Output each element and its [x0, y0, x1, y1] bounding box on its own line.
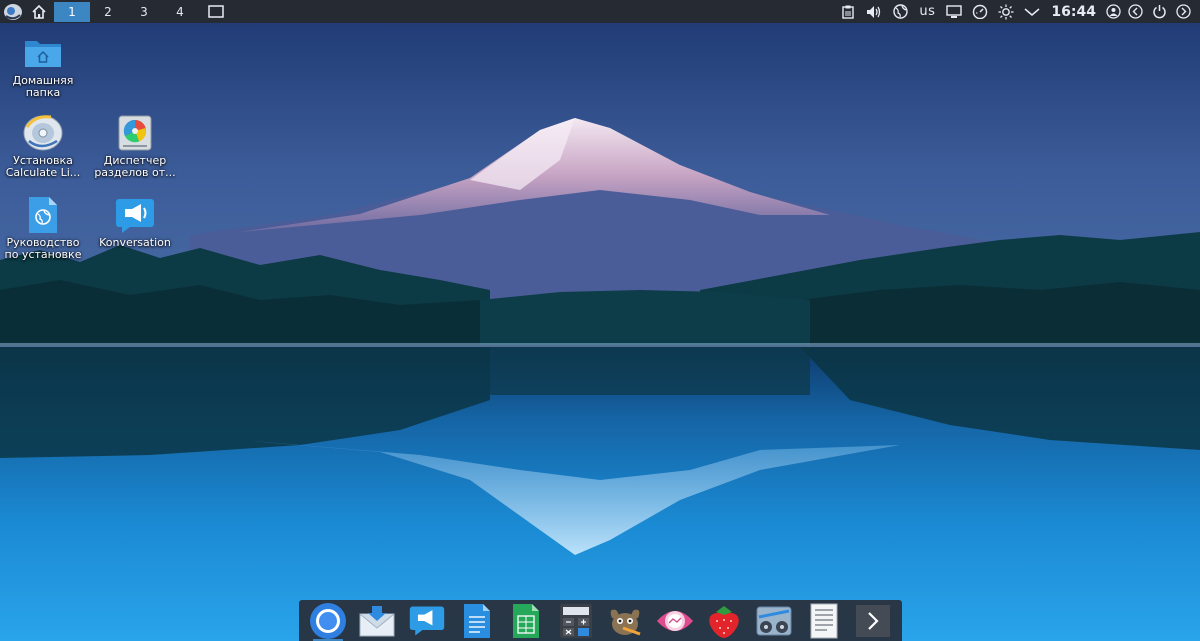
dock-item-text-editor[interactable] [801, 601, 847, 641]
workspace-switcher: 1 2 3 4 [54, 1, 198, 22]
workspace-4[interactable]: 4 [162, 2, 198, 22]
desktop-icon-label: Установка Calculate Li... [5, 154, 81, 179]
dock-item-media-tool[interactable] [751, 601, 797, 641]
dock-item-image-viewer[interactable] [652, 601, 698, 641]
desktop-icon-install-guide[interactable]: Руководство по установке [0, 195, 86, 261]
power-button[interactable] [1146, 0, 1172, 23]
speaker-icon [867, 5, 881, 18]
clock[interactable]: 16:44 [1045, 0, 1102, 23]
circle-chevron-left-icon [1127, 4, 1143, 19]
home-button[interactable] [26, 0, 52, 23]
show-desktop-button[interactable] [198, 0, 234, 23]
back-button[interactable] [1124, 0, 1146, 23]
gauge-icon [973, 4, 988, 19]
dock-item-gimp[interactable] [602, 601, 648, 641]
mail-client-icon [359, 605, 395, 636]
globe-icon [893, 4, 908, 19]
more-arrow-icon [856, 604, 891, 637]
desktop-icon-installer[interactable]: Установка Calculate Li... [0, 113, 86, 179]
dock-item-calc[interactable] [503, 601, 549, 641]
strawberry-player-icon [709, 605, 740, 638]
gimp-icon [610, 609, 641, 635]
workspace-1[interactable]: 1 [54, 1, 90, 22]
user-button[interactable] [1102, 0, 1124, 23]
circle-chevron-right-icon [1175, 4, 1191, 19]
workspace-3[interactable]: 3 [126, 2, 162, 22]
image-viewer-icon [656, 610, 693, 631]
text-document-icon [463, 603, 490, 638]
dock-item-mail[interactable] [354, 601, 400, 641]
calculate-logo-icon [4, 3, 22, 20]
media-tool-icon [756, 606, 792, 635]
chevron-down-icon [1024, 7, 1040, 16]
app-menu-button[interactable] [0, 0, 26, 23]
desktop-icon-partition-manager[interactable]: Диспетчер разделов от... [92, 113, 178, 179]
workspace-2[interactable]: 2 [90, 2, 126, 22]
desktop-icon-label: Диспетчер разделов от... [94, 154, 176, 179]
dock-item-writer[interactable] [454, 601, 500, 641]
user-icon [1105, 4, 1121, 19]
dock-item-more[interactable] [850, 601, 896, 641]
display-button[interactable] [941, 0, 967, 23]
spreadsheet-icon [513, 603, 540, 638]
desktop-wallpaper [0, 0, 1200, 641]
top-panel: 1 2 3 4 us 16:44 [0, 0, 1200, 23]
chromium-icon [309, 602, 346, 639]
install-guide-icon [21, 195, 65, 235]
konversation-icon [409, 606, 445, 635]
partition-manager-icon [113, 113, 157, 153]
konversation-icon [113, 195, 157, 235]
dock-item-konversation[interactable] [404, 601, 450, 641]
desktop-icon-label: Домашняя папка [12, 74, 74, 99]
home-folder-icon [21, 33, 65, 73]
clipboard-icon [842, 5, 855, 19]
system-tray: us 16:44 [835, 0, 1194, 23]
power-icon [1152, 5, 1166, 19]
sun-icon [998, 4, 1014, 19]
keyboard-layout-indicator[interactable]: us [913, 0, 941, 23]
dock-item-strawberry[interactable] [701, 601, 747, 641]
desktop-icon-label: Konversation [99, 236, 171, 249]
home-icon [32, 4, 46, 19]
volume-button[interactable] [861, 0, 887, 23]
tray-expand-button[interactable] [1019, 0, 1045, 23]
desktop-icon-konversation[interactable]: Konversation [92, 195, 178, 249]
network-button[interactable] [887, 0, 913, 23]
calculator-icon [559, 603, 592, 638]
forward-button[interactable] [1172, 0, 1194, 23]
window-icon [208, 5, 224, 18]
dock-item-chromium[interactable] [305, 601, 351, 641]
text-editor-icon [810, 603, 838, 638]
desktop-icon-label: Руководство по установке [4, 236, 82, 261]
installer-disc-icon [21, 113, 65, 153]
brightness-button[interactable] [993, 0, 1019, 23]
performance-button[interactable] [967, 0, 993, 23]
dock [299, 600, 902, 641]
dock-item-calculator[interactable] [553, 601, 599, 641]
monitor-icon [946, 4, 963, 18]
clipboard-button[interactable] [835, 0, 861, 23]
desktop-icon-home[interactable]: Домашняя папка [0, 33, 86, 99]
